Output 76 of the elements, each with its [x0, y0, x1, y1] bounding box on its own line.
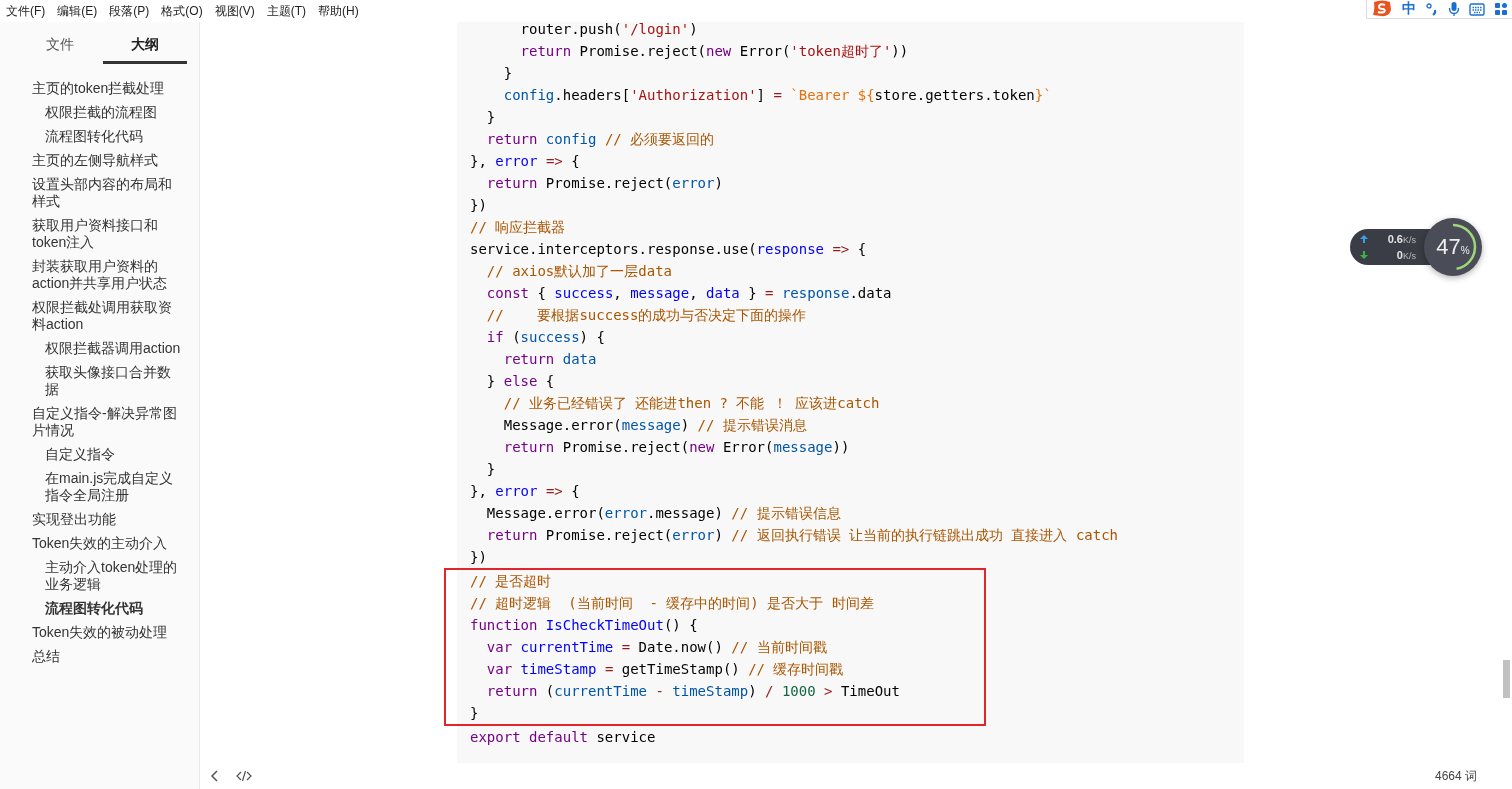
code-line: Message.error(message) // 提示错误消息: [502, 416, 808, 435]
upload-speed: 0.6K/s: [1387, 233, 1416, 245]
outline-item[interactable]: 在main.js完成自定义指令全局注册: [45, 470, 185, 504]
outline-item[interactable]: 主动介入token处理的业务逻辑: [45, 559, 185, 593]
code-line: router.push('/login'): [519, 22, 699, 39]
download-speed: 0K/s: [1396, 249, 1416, 261]
outline-item[interactable]: 主页的左侧导航样式: [32, 152, 182, 169]
code-line: } else {: [485, 372, 556, 391]
code-line: var currentTime = Date.now() // 当前时间戳: [485, 638, 828, 657]
code-line: return config // 必须要返回的: [485, 130, 716, 149]
microphone-icon[interactable]: [1448, 1, 1460, 17]
outline-item[interactable]: 权限拦截器调用action: [45, 340, 185, 357]
outline-item[interactable]: 获取用户资料接口和token注入: [32, 217, 182, 251]
input-mode[interactable]: 中: [1402, 0, 1416, 18]
keyboard-icon[interactable]: [1469, 2, 1485, 16]
code-line: }): [470, 548, 488, 567]
download-arrow-icon: [1360, 251, 1368, 259]
code-line: }: [485, 108, 497, 127]
code-line: // axios默认加了一层data: [485, 262, 673, 281]
code-icon[interactable]: [236, 770, 252, 782]
sidebar-tab[interactable]: 文件: [18, 32, 103, 64]
code-line: return Promise.reject(error) // 返回执行错误 让当前的执行链跳出成功 直接进入 catch: [485, 526, 1120, 545]
logo-icon[interactable]: [1371, 0, 1393, 18]
code-line: return Promise.reject(error): [485, 174, 724, 193]
outline-item[interactable]: 自定义指令-解决异常图片情况: [32, 405, 182, 439]
word-count: 4664 词: [1434, 767, 1477, 785]
outline-item[interactable]: 实现登出功能: [32, 511, 182, 528]
code-line: const { success, message, data } = response.data: [485, 284, 893, 303]
menu-item[interactable]: 帮助(H): [318, 2, 359, 20]
code-line: }, error => {: [470, 482, 581, 501]
outline-item[interactable]: 权限拦截处调用获取资料action: [32, 299, 182, 333]
code-line: return Promise.reject(new Error('token超时了')): [519, 42, 910, 61]
scrollbar-thumb[interactable]: [1503, 660, 1510, 698]
code-line: Message.error(error.message) // 提示错误信息: [485, 504, 842, 523]
code-line: service.interceptors.response.use(response => {: [470, 240, 868, 259]
code-line: // 业务已经错误了 还能进then ? 不能 ！ 应该进catch: [502, 394, 881, 413]
code-line: return (currentTime - timeStamp) / 1000 > TimeOut: [485, 682, 901, 701]
outline-item[interactable]: 流程图转化代码: [45, 600, 185, 617]
code-line: var timeStamp = getTimeStamp() // 缓存时间戳: [485, 660, 845, 679]
menu-item[interactable]: 主题(T): [266, 2, 306, 20]
outline-item[interactable]: 封装获取用户资料的action并共享用户状态: [32, 258, 182, 292]
outline-item[interactable]: 权限拦截的流程图: [45, 104, 185, 121]
menu-item[interactable]: 编辑(E): [57, 2, 98, 20]
menu-item[interactable]: 文件(F): [6, 2, 46, 20]
code-line: }, error => {: [470, 152, 581, 171]
outline-item[interactable]: 总结: [32, 648, 182, 665]
punctuation-icon[interactable]: [1425, 2, 1439, 16]
code-line: // 是否超时: [470, 572, 553, 591]
outline-item[interactable]: Token失效的主动介入: [32, 535, 182, 552]
sidebar-tab[interactable]: 大纲: [102, 32, 187, 64]
usage-percent: 47%: [1436, 234, 1470, 260]
outline-item[interactable]: 主页的token拦截处理: [32, 80, 182, 97]
code-line: return Promise.reject(new Error(message)): [502, 438, 851, 457]
code-line: }): [470, 196, 488, 215]
upload-arrow-icon: [1360, 235, 1368, 243]
code-line: if (success) {: [485, 328, 606, 347]
outline-item[interactable]: 自定义指令: [45, 446, 185, 463]
code-line: function IsCheckTimeOut() {: [470, 616, 699, 635]
menu-item[interactable]: 格式(O): [161, 2, 203, 20]
outline-item[interactable]: 流程图转化代码: [45, 128, 185, 145]
menu-item[interactable]: 段落(P): [109, 2, 150, 20]
outline-item[interactable]: 设置头部内容的布局和样式: [32, 176, 182, 210]
code-line: }: [502, 64, 514, 83]
code-line: }: [485, 460, 497, 479]
outline-item[interactable]: Token失效的被动处理: [32, 624, 182, 641]
code-line: // 超时逻辑 (当前时间 - 缓存中的时间) 是否大于 时间差: [470, 594, 875, 613]
chevron-left-icon[interactable]: [210, 770, 220, 782]
code-line: }: [470, 704, 480, 723]
code-line: // 要根据success的成功与否决定下面的操作: [485, 306, 808, 325]
code-line: // 响应拦截器: [470, 218, 567, 237]
grid-icon[interactable]: [1494, 2, 1508, 16]
code-line: return data: [502, 350, 598, 369]
code-line: export default service: [470, 728, 657, 747]
code-line: config.headers['Authorization'] = `Bearer ${store.getters.token}`: [502, 86, 1053, 105]
menu-item[interactable]: 视图(V): [214, 2, 255, 20]
outline-item[interactable]: 获取头像接口合并数据: [45, 364, 185, 398]
